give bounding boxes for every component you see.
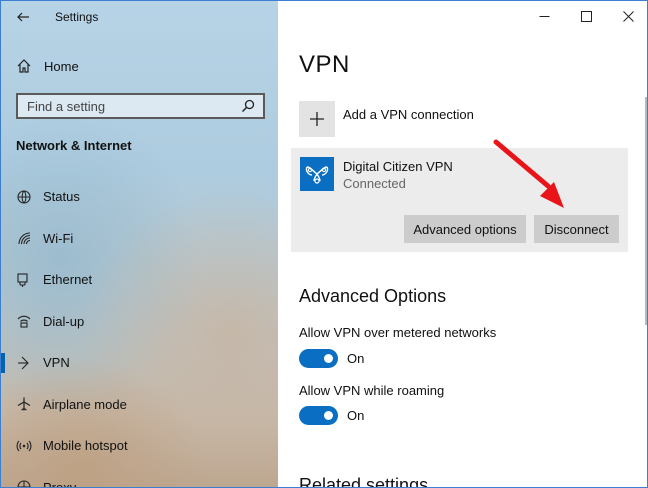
sidebar-item-label: Mobile hotspot	[43, 438, 128, 454]
sidebar-item-dialup[interactable]: Dial-up	[1, 301, 278, 343]
sidebar: Settings Home Network & Internet Status …	[1, 1, 278, 488]
minimize-icon	[539, 15, 549, 17]
globe-icon	[16, 479, 32, 487]
close-button[interactable]	[607, 1, 647, 31]
vpn-connection-name: Digital Citizen VPN	[343, 159, 453, 174]
sidebar-item-label: VPN	[43, 355, 70, 371]
add-vpn-label: Add a VPN connection	[343, 107, 474, 122]
back-arrow-icon	[17, 12, 29, 22]
vpn-connection-icon	[300, 157, 334, 191]
add-vpn-connection-button[interactable]: Add a VPN connection	[299, 101, 474, 137]
vpn-connection-status: Connected	[343, 176, 406, 191]
dialup-icon	[16, 313, 32, 329]
add-vpn-tile[interactable]	[299, 101, 335, 137]
globe-icon	[16, 189, 32, 205]
section-title: Network & Internet	[16, 138, 132, 153]
roaming-toggle-state: On	[347, 408, 365, 423]
sidebar-item-proxy[interactable]: Proxy	[1, 467, 278, 488]
scrollbar[interactable]	[645, 97, 647, 325]
minimize-button[interactable]	[523, 1, 565, 31]
roaming-option-label: Allow VPN while roaming	[299, 383, 445, 398]
advanced-options-title: Advanced Options	[299, 286, 447, 306]
search-input[interactable]	[18, 98, 241, 114]
annotation-arrow-icon	[493, 139, 564, 208]
sidebar-item-label: Dial-up	[43, 313, 85, 329]
sidebar-item-label: Airplane mode	[43, 396, 127, 412]
page-title: VPN	[299, 51, 350, 78]
hotspot-icon	[16, 438, 32, 454]
search-box[interactable]	[16, 93, 265, 119]
settings-window: Settings Home Network & Internet Status …	[0, 0, 648, 488]
metered-toggle[interactable]	[299, 349, 338, 368]
sidebar-item-wifi[interactable]: Wi-Fi	[1, 218, 278, 260]
sidebar-item-label: Proxy	[43, 479, 77, 488]
back-button[interactable]	[1, 1, 45, 33]
airplane-icon	[16, 396, 32, 412]
disconnect-button[interactable]: Disconnect	[534, 215, 619, 243]
metered-option-label: Allow VPN over metered networks	[299, 325, 497, 340]
close-icon	[622, 10, 634, 22]
plus-icon	[310, 112, 324, 126]
related-settings-title: Related settings	[299, 475, 429, 488]
ethernet-icon	[16, 272, 32, 288]
window-controls	[523, 1, 647, 31]
nav-list: Status Wi-Fi Ethernet Dial-up VPN Airpla…	[1, 176, 278, 488]
app-title: Settings	[55, 10, 99, 24]
vpn-icon	[16, 355, 32, 371]
maximize-icon	[580, 10, 592, 22]
roaming-toggle[interactable]	[299, 406, 338, 425]
sidebar-item-label: Wi-Fi	[43, 230, 74, 246]
title-bar-left: Settings	[1, 1, 98, 33]
main-content: VPN Add a VPN connection Digital Citizen…	[278, 1, 647, 488]
home-nav-item[interactable]: Home	[1, 51, 278, 81]
advanced-options-button[interactable]: Advanced options	[404, 215, 526, 243]
maximize-button[interactable]	[565, 1, 607, 31]
search-icon[interactable]	[241, 99, 255, 113]
home-icon	[17, 59, 31, 73]
sidebar-item-ethernet[interactable]: Ethernet	[1, 259, 278, 301]
sidebar-item-status[interactable]: Status	[1, 176, 278, 218]
sidebar-item-mobile-hotspot[interactable]: Mobile hotspot	[1, 425, 278, 467]
metered-toggle-state: On	[347, 351, 365, 366]
sidebar-item-label: Status	[43, 189, 80, 205]
sidebar-item-airplane-mode[interactable]: Airplane mode	[1, 384, 278, 426]
wifi-icon	[16, 230, 32, 246]
sidebar-item-label: Ethernet	[43, 272, 93, 288]
sidebar-item-vpn[interactable]: VPN	[1, 342, 278, 384]
home-label: Home	[44, 58, 79, 74]
